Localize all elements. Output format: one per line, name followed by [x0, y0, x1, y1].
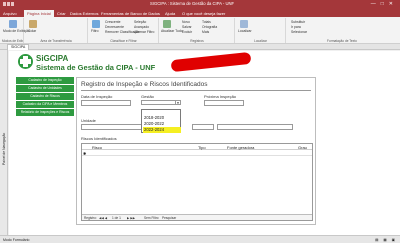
spelling-button[interactable]: Ortografia [202, 25, 217, 29]
new-record-button[interactable]: Novo [182, 20, 190, 24]
object-tab-bar: SIGCIPA [0, 44, 400, 50]
minimize-icon[interactable]: — [371, 1, 381, 7]
menu-cadastro-unidades[interactable]: Cadastro de Unidades [16, 85, 74, 92]
advanced-button[interactable]: Avançado [134, 25, 149, 29]
totals-button[interactable]: Totais [202, 20, 211, 24]
filter-icon[interactable] [92, 20, 100, 28]
first-record-icon[interactable]: ◀◀ ◀ [99, 216, 107, 220]
status-text: Modo Formulário [3, 238, 30, 242]
menu-relatorio[interactable]: Relatório de Inspeções e Riscos [16, 109, 74, 116]
tab-dados-externos[interactable]: Dados Externos [70, 10, 98, 17]
group-localizar: Localizar Localizar [236, 18, 286, 43]
proxima-inspecao-field[interactable] [204, 100, 244, 106]
group-formatacao-texto: Substituir Ir para Selecionar Formatação… [287, 18, 397, 43]
group-label: Localizar [254, 39, 267, 43]
data-inspecao-field[interactable] [81, 100, 131, 106]
group-registros: Atualizar Tudo Novo Salvar Excluir Totai… [160, 18, 235, 43]
table-row[interactable]: ✱ [82, 150, 312, 156]
title-divider [81, 90, 311, 91]
more-button[interactable]: Mais [202, 30, 209, 34]
search-box[interactable]: Pesquisar [162, 216, 176, 220]
group-label: Formatação de Texto [327, 39, 357, 43]
tab-arquivo[interactable]: Arquivo [3, 10, 17, 17]
paste-button[interactable]: Colar [28, 29, 36, 33]
cipa-logo-icon [18, 54, 33, 69]
unidade-extra-field-2[interactable] [217, 124, 293, 130]
maximize-icon[interactable]: □ [381, 1, 389, 7]
tab-pagina-inicial[interactable]: Página Inicial [24, 10, 54, 17]
status-bar: Modo Formulário ▤ ▦ ▣ [0, 235, 400, 243]
record-navigator: Registro: ◀◀ ◀ 1 de 1 ▶ ▶▶ Sem Filtro Pe… [82, 214, 312, 220]
group-classificar-filtrar: Filtro Crescente Decrescente Remover Cla… [89, 18, 159, 43]
unidade-label: Unidade [81, 118, 96, 123]
record-label: Registro: [84, 216, 97, 220]
side-menu: Cadastro de Inspeção Cadastro de Unidade… [16, 77, 74, 117]
sort-ascending-button[interactable]: Crescente [105, 20, 120, 24]
window-title: SIGCIPA : Sistema de Gestão da CIPA - UN… [150, 1, 235, 6]
group-label: Área de Transferência [40, 39, 72, 43]
quick-access-toolbar[interactable] [3, 2, 17, 7]
group-label: Classificar e Filtrar [110, 39, 137, 43]
refresh-icon[interactable] [163, 20, 171, 28]
gestao-label: Gestão [141, 94, 154, 99]
gestao-dropdown-list[interactable]: 2018-2020 2020-2022 2022-2024 [141, 109, 181, 133]
riscos-grid: Risco Tipo Fonte geradora Grau ✱ Registr… [81, 143, 313, 221]
group-label: Modos de Exibição [2, 39, 23, 43]
inspection-panel: Registro de Inspeção e Riscos Identifica… [76, 77, 316, 225]
filter-button[interactable]: Filtro [91, 29, 99, 33]
filter-status[interactable]: Sem Filtro [144, 216, 159, 220]
proxima-inspecao-label: Próxima Inspeção [204, 94, 237, 99]
goto-button[interactable]: Ir para [291, 25, 301, 29]
select-button[interactable]: Selecionar [291, 30, 307, 34]
menu-cadastro-riscos[interactable]: Cadastro de Riscos [16, 93, 74, 100]
refresh-all-button[interactable]: Atualizar Tudo [161, 29, 183, 33]
redaction-mark [170, 51, 252, 73]
paste-icon[interactable] [29, 20, 37, 28]
title-bar: SIGCIPA : Sistema de Gestão da CIPA - UN… [0, 0, 400, 9]
selection-button[interactable]: Seleção [134, 20, 146, 24]
search-icon[interactable] [240, 20, 248, 28]
new-record-icon: ✱ [83, 151, 87, 156]
ribbon: Modo de Exibição Modos de Exibição Colar… [0, 17, 400, 44]
replace-button[interactable]: Substituir [291, 20, 305, 24]
delete-record-button[interactable]: Excluir [182, 30, 192, 34]
navigation-pane-label: Painel de Navegação [2, 132, 6, 165]
unidade-extra-field-1[interactable] [192, 124, 214, 130]
ribbon-tabs: Arquivo Página Inicial Criar Dados Exter… [0, 9, 400, 17]
tab-ferramentas[interactable]: Ferramentas de Banco de Dados [101, 10, 160, 17]
sigcipa-form: SiGCIPA Sistema de Gestão da CIPA - UNF … [9, 51, 400, 235]
tell-me-search[interactable]: O que você deseja fazer [182, 10, 225, 17]
riscos-label: Riscos Identificados [81, 136, 117, 141]
gestao-option-selected[interactable]: 2022-2024 [143, 127, 181, 133]
window-controls[interactable]: —□✕ [371, 1, 398, 7]
brand-subtitle: Sistema de Gestão da CIPA - UNF [36, 63, 156, 72]
object-tab-sigcipa[interactable]: SIGCIPA [7, 44, 30, 50]
gestao-combo[interactable]: ▼ [141, 100, 181, 105]
toggle-filter-button[interactable]: Alternar Filtro [134, 30, 154, 34]
navigation-pane[interactable]: Painel de Navegação [0, 50, 8, 235]
view-icon[interactable] [9, 20, 17, 28]
tab-criar[interactable]: Criar [57, 10, 66, 17]
chevron-down-icon[interactable]: ▼ [175, 101, 180, 105]
menu-cadastro-cipa[interactable]: Cadastro da CIPA e Membros [16, 101, 74, 108]
sort-descending-button[interactable]: Decrescente [105, 25, 124, 29]
group-modos-exibicao: Modo de Exibição Modos de Exibição [2, 18, 30, 43]
next-record-icon[interactable]: ▶ ▶▶ [127, 216, 135, 220]
group-label: Registros [190, 39, 204, 43]
data-inspecao-label: Data de Inspeção [81, 94, 113, 99]
record-position[interactable]: 1 de 1 [112, 216, 121, 220]
menu-cadastro-inspecao[interactable]: Cadastro de Inspeção [16, 77, 74, 84]
save-record-button[interactable]: Salvar [182, 25, 192, 29]
tab-ajuda[interactable]: Ajuda [165, 10, 175, 17]
close-icon[interactable]: ✕ [389, 1, 398, 7]
view-switcher[interactable]: ▤ ▦ ▣ [375, 238, 397, 242]
brand-name: SiGCIPA [36, 54, 69, 63]
find-button[interactable]: Localizar [238, 29, 252, 33]
group-area-transferencia: Colar Área de Transferência [25, 18, 88, 43]
page-title: Registro de Inspeção e Riscos Identifica… [81, 81, 208, 88]
